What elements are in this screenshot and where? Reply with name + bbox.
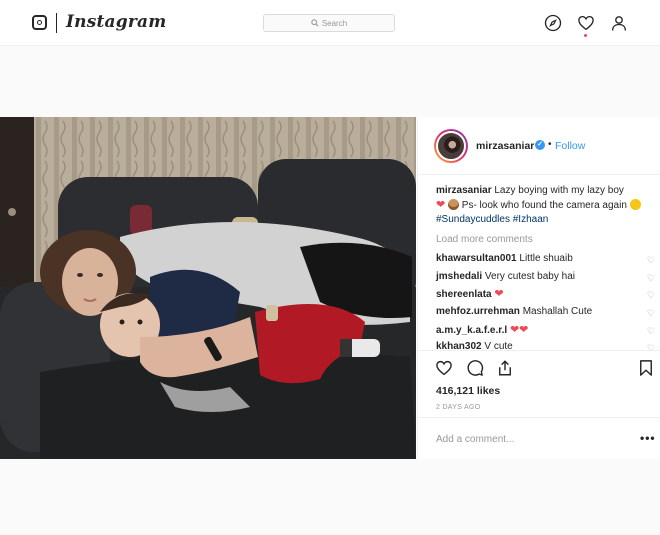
comment-text: Mashallah Cute bbox=[522, 306, 593, 318]
post-photo[interactable] bbox=[0, 117, 416, 459]
verified-badge-icon: ✓ bbox=[535, 140, 545, 150]
comment-text: Little shuaib bbox=[519, 253, 573, 264]
add-comment-input[interactable]: Add a comment... bbox=[436, 434, 514, 445]
red-heart-emoji-icon: ❤ bbox=[509, 323, 520, 336]
notification-dot bbox=[584, 34, 587, 37]
comment-row: shereenlata ❤ ♡ bbox=[436, 287, 655, 305]
comments-section: mirzasaniar Lazy boying with my lazy boy… bbox=[436, 184, 655, 358]
baby-face-emoji-icon bbox=[448, 199, 459, 210]
instagram-wordmark[interactable]: Instagram bbox=[66, 12, 166, 32]
avatar-image bbox=[436, 131, 466, 161]
red-heart-emoji-icon: ❤ bbox=[494, 288, 504, 301]
red-heart-emoji-icon: ❤ bbox=[519, 323, 529, 336]
post-card: mirzasaniar ✓ • Follow mirzasaniar Lazy … bbox=[0, 117, 660, 459]
comment-row: a.m.y_k.a.f.e.r.l ❤❤ ♡ bbox=[436, 323, 655, 341]
comment-text: Very cutest baby hai bbox=[484, 270, 575, 282]
comment-username[interactable]: khawarsultan001 bbox=[436, 253, 517, 264]
post-actions-bar bbox=[418, 350, 660, 380]
profile-icon[interactable] bbox=[610, 14, 628, 32]
caption-username[interactable]: mirzasaniar bbox=[436, 185, 492, 196]
comment-username[interactable]: jmshedali bbox=[436, 271, 482, 282]
follow-button[interactable]: Follow bbox=[555, 140, 585, 152]
share-icon[interactable] bbox=[496, 359, 514, 377]
comment-like-heart-icon[interactable]: ♡ bbox=[647, 306, 655, 320]
comment-like-heart-icon[interactable]: ♡ bbox=[647, 253, 655, 267]
comment-row: khawarsultan001 Little shuaib ♡ bbox=[436, 252, 655, 270]
photo-illustration bbox=[0, 117, 416, 459]
add-comment-bar: Add a comment... ••• bbox=[418, 417, 660, 459]
caption-text-1: Lazy boying with my lazy boy bbox=[494, 185, 624, 196]
more-options-icon[interactable]: ••• bbox=[640, 431, 656, 445]
avatar[interactable] bbox=[434, 129, 468, 163]
caption-text-2: Ps- look who found the camera again bbox=[461, 200, 627, 211]
search-placeholder: Search bbox=[321, 18, 348, 28]
search-input[interactable]: Search bbox=[263, 14, 395, 32]
top-nav: Instagram Search bbox=[0, 0, 660, 46]
instagram-camera-icon[interactable] bbox=[32, 15, 47, 30]
bookmark-save-icon[interactable] bbox=[637, 359, 655, 377]
logo-divider bbox=[56, 13, 57, 33]
comment-row: jmshedali Very cutest baby hai ♡ bbox=[436, 270, 655, 288]
hashtag-izhaan[interactable]: #Izhaan bbox=[513, 214, 549, 225]
comment-username[interactable]: a.m.y_k.a.f.e.r.l bbox=[436, 325, 507, 336]
hashtag-sundaycuddles[interactable]: #Sundaycuddles bbox=[436, 214, 510, 225]
comment-like-heart-icon[interactable]: ♡ bbox=[647, 324, 655, 338]
post-sidebar: mirzasaniar ✓ • Follow mirzasaniar Lazy … bbox=[417, 117, 660, 459]
compass-explore-icon[interactable] bbox=[544, 14, 562, 32]
post-header: mirzasaniar ✓ • Follow bbox=[418, 117, 660, 175]
comment-username[interactable]: mehfoz.urrehman bbox=[436, 306, 520, 317]
comment-like-heart-icon[interactable]: ♡ bbox=[647, 271, 655, 285]
red-heart-emoji-icon: ❤ bbox=[436, 199, 446, 211]
smiling-face-emoji-icon bbox=[629, 199, 641, 210]
load-more-comments-button[interactable]: Load more comments bbox=[436, 233, 648, 247]
post-username[interactable]: mirzasaniar bbox=[476, 140, 534, 152]
like-heart-icon[interactable] bbox=[435, 359, 453, 377]
header-dot: • bbox=[548, 139, 552, 150]
post-caption: mirzasaniar Lazy boying with my lazy boy… bbox=[436, 184, 648, 227]
like-count[interactable]: 416,121 likes bbox=[436, 385, 500, 397]
post-timestamp[interactable]: 2 DAYS AGO bbox=[436, 404, 481, 411]
comment-row: mehfoz.urrehman Mashallah Cute ♡ bbox=[436, 305, 655, 323]
heart-activity-icon[interactable] bbox=[577, 14, 595, 32]
search-icon bbox=[311, 19, 319, 27]
comment-username[interactable]: shereenlata bbox=[436, 289, 492, 300]
comment-bubble-icon[interactable] bbox=[466, 359, 484, 377]
comment-like-heart-icon[interactable]: ♡ bbox=[647, 288, 655, 302]
